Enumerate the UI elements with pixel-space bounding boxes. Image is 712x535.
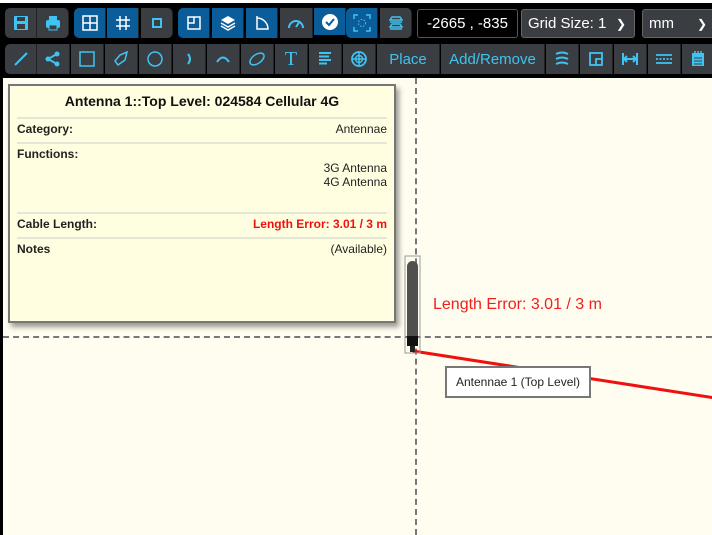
gauge-button[interactable] <box>280 8 313 38</box>
chevron-down-icon: ❯ <box>696 16 707 31</box>
square-button[interactable] <box>141 8 173 38</box>
length-error-text: Length Error: 3.01 / 3 m <box>433 296 602 313</box>
cable-length-row: Cable Length: Length Error: 3.01 / 3 m <box>17 214 387 239</box>
snap-grid-button[interactable] <box>107 8 139 38</box>
notes-label: Notes <box>17 242 51 256</box>
polygon-tool-button[interactable] <box>105 44 138 74</box>
units-select[interactable]: mm ❯ <box>642 9 712 38</box>
add-remove-button[interactable]: Add/Remove <box>441 44 545 74</box>
grid-view-button[interactable] <box>74 8 106 38</box>
gauge-icon <box>288 20 304 29</box>
place-button[interactable]: Place <box>377 44 440 74</box>
dashed-line-icon <box>656 54 672 64</box>
arc-tool-button[interactable] <box>173 44 206 74</box>
rectangle-icon <box>79 51 95 67</box>
ellipse-icon <box>249 52 265 66</box>
dimension-button[interactable] <box>614 44 647 74</box>
chevron-down-icon: ❯ <box>615 16 626 31</box>
curve-tool-button[interactable] <box>207 44 240 74</box>
arc-icon <box>187 53 191 65</box>
waves-button[interactable] <box>546 44 579 74</box>
notes-button[interactable] <box>682 44 712 74</box>
layers-button[interactable] <box>212 8 244 38</box>
line-icon <box>13 52 28 66</box>
circle-icon <box>147 51 163 67</box>
room-icon <box>589 52 603 66</box>
save-button[interactable] <box>5 8 37 38</box>
function-value: 3G Antenna <box>323 161 387 175</box>
coordinates-display: -2665 , -835 <box>417 9 518 38</box>
layers-icon <box>220 16 235 31</box>
share-icon <box>45 51 60 67</box>
check-circle-icon <box>321 13 338 30</box>
units-value: mm <box>649 15 674 32</box>
text-icon: T <box>284 47 298 70</box>
grid-icon <box>81 15 98 31</box>
functions-row: Functions: 3G Antenna 4G Antenna <box>17 144 387 214</box>
square-icon <box>151 18 162 28</box>
window-top <box>0 0 712 3</box>
cable-length-value: Length Error: 3.01 / 3 m <box>252 217 387 231</box>
select-area-button[interactable] <box>346 8 378 38</box>
angle-icon <box>255 16 269 30</box>
grid-size-select[interactable]: Grid Size: 1 ❯ <box>521 9 635 38</box>
align-tool-button[interactable] <box>309 44 342 74</box>
function-value: 4G Antenna <box>323 175 387 189</box>
select-area-icon <box>352 14 371 32</box>
circle-tool-button[interactable] <box>139 44 172 74</box>
floor-plan-button[interactable] <box>178 8 210 38</box>
connect-tool-button[interactable] <box>37 44 70 74</box>
print-button[interactable] <box>37 8 69 38</box>
category-row: Category: Antennae <box>17 119 387 144</box>
component-label[interactable]: Antennae 1 (Top Level) <box>445 366 591 398</box>
dimension-icon <box>622 53 638 65</box>
line-tool-button[interactable] <box>5 44 37 74</box>
stack-icon <box>388 16 403 30</box>
ellipse-tool-button[interactable] <box>241 44 274 74</box>
room-button[interactable] <box>580 44 613 74</box>
notes-value: (Available) <box>330 242 387 256</box>
hash-icon <box>115 16 130 30</box>
target-tool-button[interactable] <box>343 44 376 74</box>
check-button[interactable] <box>314 8 346 35</box>
antenna-icon[interactable] <box>407 261 418 341</box>
align-left-icon <box>319 52 331 65</box>
rectangle-tool-button[interactable] <box>71 44 104 74</box>
waves-icon <box>555 51 569 65</box>
drawing-canvas[interactable]: Antenna 1::Top Level: 024584 Cellular 4G… <box>3 78 712 535</box>
popup-title: Antenna 1::Top Level: 024584 Cellular 4G <box>17 86 387 119</box>
cable-length-label: Cable Length: <box>17 217 97 231</box>
print-icon <box>45 16 60 31</box>
notepad-icon <box>692 51 704 66</box>
floor-plan-icon <box>186 16 201 30</box>
stack-button[interactable] <box>380 8 412 38</box>
functions-label: Functions: <box>17 147 79 161</box>
category-label: Category: <box>17 122 74 136</box>
save-icon <box>13 16 28 30</box>
dashed-line-button[interactable] <box>648 44 681 74</box>
angle-button[interactable] <box>246 8 278 38</box>
curve-icon <box>216 56 230 63</box>
category-value: Antennae <box>335 122 387 136</box>
notes-row: Notes (Available) <box>17 239 387 262</box>
crosshair-icon <box>351 51 367 67</box>
polygon-icon <box>114 50 129 67</box>
component-info-popup: Antenna 1::Top Level: 024584 Cellular 4G… <box>8 84 396 323</box>
grid-size-value: Grid Size: 1 <box>528 15 607 32</box>
text-tool-button[interactable]: T <box>275 44 308 74</box>
